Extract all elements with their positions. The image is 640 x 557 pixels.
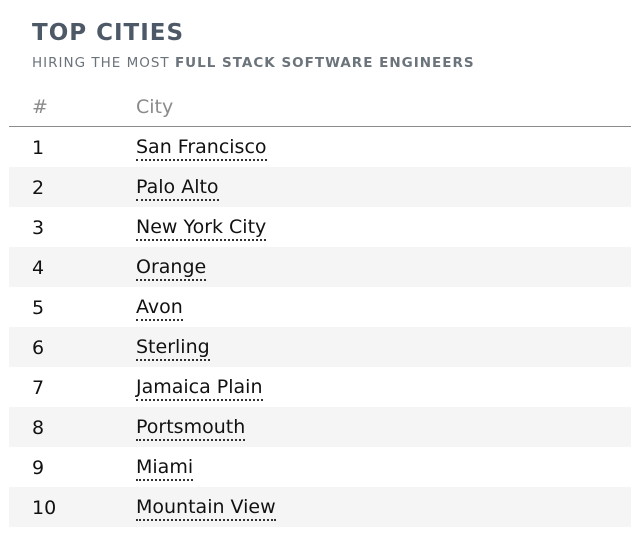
- city-link[interactable]: Orange: [136, 257, 207, 281]
- table-row: 2 Palo Alto: [9, 167, 631, 207]
- city-link[interactable]: Sterling: [136, 337, 210, 361]
- rank-cell: 2: [32, 177, 45, 199]
- city-link[interactable]: Palo Alto: [136, 177, 219, 201]
- rank-cell: 8: [32, 417, 45, 439]
- table-row: 5 Avon: [9, 287, 631, 327]
- city-link[interactable]: New York City: [136, 217, 267, 241]
- city-link[interactable]: Portsmouth: [136, 417, 246, 441]
- city-link[interactable]: San Francisco: [136, 137, 267, 161]
- city-link[interactable]: Jamaica Plain: [136, 377, 263, 401]
- rank-cell: 9: [32, 457, 45, 479]
- table-row: 9 Miami: [9, 447, 631, 487]
- column-header-city: City: [136, 96, 174, 118]
- subtitle-prefix: HIRING THE MOST: [32, 55, 170, 71]
- subtitle-emphasis: FULL STACK SOFTWARE ENGINEERS: [174, 55, 475, 71]
- rank-cell: 6: [32, 337, 45, 359]
- table-row: 4 Orange: [9, 247, 631, 287]
- cities-table: # City 1 San Francisco 2 Palo Alto 3 New…: [9, 90, 631, 527]
- rank-cell: 4: [32, 257, 45, 279]
- table-row: 6 Sterling: [9, 327, 631, 367]
- table-row: 8 Portsmouth: [9, 407, 631, 447]
- subtitle: HIRING THE MOST FULL STACK SOFTWARE ENGI…: [32, 55, 475, 71]
- table-header: # City: [9, 90, 631, 127]
- table-row: 3 New York City: [9, 207, 631, 247]
- rank-cell: 1: [32, 137, 45, 159]
- rank-cell: 10: [32, 497, 57, 519]
- rank-cell: 5: [32, 297, 45, 319]
- city-link[interactable]: Avon: [136, 297, 183, 321]
- city-link[interactable]: Mountain View: [136, 497, 276, 521]
- top-cities-widget: TOP CITIES HIRING THE MOST FULL STACK SO…: [0, 0, 640, 557]
- city-link[interactable]: Miami: [136, 457, 194, 481]
- rank-cell: 7: [32, 377, 45, 399]
- rank-cell: 3: [32, 217, 45, 239]
- column-header-rank: #: [32, 96, 48, 118]
- table-row: 7 Jamaica Plain: [9, 367, 631, 407]
- page-title: TOP CITIES: [32, 20, 185, 46]
- table-row: 10 Mountain View: [9, 487, 631, 527]
- table-row: 1 San Francisco: [9, 127, 631, 167]
